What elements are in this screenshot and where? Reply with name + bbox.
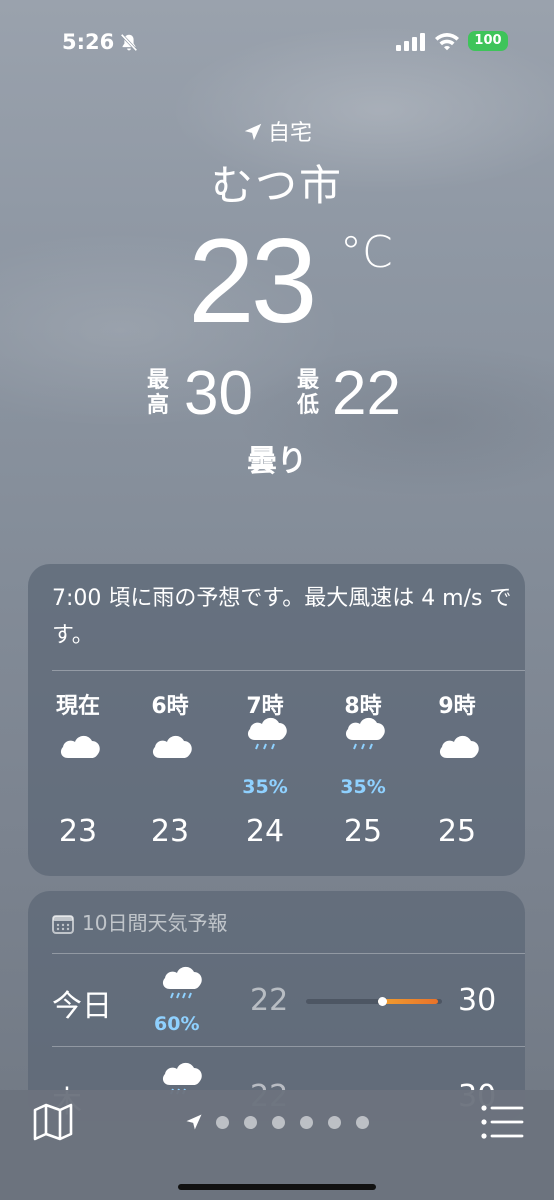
status-bar: 5:26 100 (0, 0, 554, 80)
low-temperature: 22 (250, 983, 289, 1018)
page-dot[interactable] (244, 1116, 257, 1129)
status-time: 5:26 (62, 30, 115, 54)
hour-item: 8時 35% 25 (318, 688, 408, 849)
hour-item: 6時 23 (125, 688, 215, 849)
weather-condition: 曇り (247, 444, 307, 479)
bottom-toolbar (0, 1090, 554, 1200)
high-temperature: 30 (184, 359, 253, 428)
temperature-unit: °C (340, 227, 393, 278)
hour-temperature: 24 (245, 814, 285, 849)
cloud-icon (125, 724, 215, 784)
hour-item: 現在 23 (33, 688, 123, 849)
hour-label: 7時 (246, 694, 284, 719)
ten-day-forecast-card[interactable]: 10日間天気予報 今日 60% 22 30 木 22 30 (28, 891, 525, 1121)
hour-label: 6時 (151, 694, 189, 719)
page-dot[interactable] (300, 1116, 313, 1129)
temperature-range-bar (306, 997, 442, 1006)
ten-day-title: 10日間天気予報 (82, 911, 228, 935)
silent-bell-icon (120, 33, 138, 52)
hourly-forecast-card[interactable]: 7:00 頃に雨の予想です。最大風速は 4 m/s です。 現在 23 6時 2… (28, 564, 525, 876)
page-dot[interactable] (328, 1116, 341, 1129)
location-arrow-icon (244, 123, 262, 141)
hour-temperature: 25 (343, 814, 383, 849)
location-label: 自宅 (0, 115, 554, 147)
current-temperature-dot (378, 997, 388, 1006)
low-temperature: 22 (332, 359, 401, 428)
rain-cloud-icon (160, 963, 204, 1011)
cloud-icon (33, 724, 123, 784)
cloud-icon (412, 724, 502, 784)
wifi-icon (435, 33, 459, 51)
high-low-temperatures: 最高 30 最低 22 (0, 362, 554, 432)
page-dot[interactable] (216, 1116, 229, 1129)
page-dot[interactable] (272, 1116, 285, 1129)
hour-item: 7時 35% 24 (220, 688, 310, 849)
cellular-signal-icon (396, 33, 425, 51)
hour-temperature: 25 (437, 814, 477, 849)
divider (52, 1046, 525, 1047)
page-dot[interactable] (356, 1116, 369, 1129)
high-label: 最高 (146, 368, 169, 418)
list-icon[interactable] (480, 1104, 524, 1140)
hour-temperature: 23 (58, 814, 98, 849)
location-arrow-icon (186, 1114, 202, 1130)
precip-chance: 35% (242, 776, 288, 798)
temperature-range-fill (378, 999, 438, 1004)
low-label: 最低 (296, 368, 319, 418)
hour-temperature: 23 (150, 814, 190, 849)
home-indicator[interactable] (178, 1184, 376, 1190)
location-name: 自宅 (267, 121, 312, 146)
map-icon[interactable] (32, 1102, 74, 1142)
ten-day-header: 10日間天気予報 (52, 907, 227, 936)
hour-label: 9時 (438, 694, 476, 719)
battery-indicator: 100 (468, 31, 508, 51)
rain-cloud-icon (220, 717, 310, 784)
high-temperature: 30 (458, 983, 497, 1018)
divider (52, 953, 525, 954)
hour-item: 9時 25 (412, 688, 502, 849)
current-temperature: 23 (188, 214, 317, 348)
calendar-icon (52, 915, 74, 934)
precip-chance: 60% (154, 1013, 200, 1035)
precip-chance: 35% (340, 776, 386, 798)
hour-label: 現在 (55, 694, 100, 719)
hour-label: 8時 (344, 694, 382, 719)
city-name: むつ市 (210, 161, 343, 210)
divider (52, 670, 525, 671)
rain-cloud-icon (318, 717, 408, 784)
daily-row[interactable]: 今日 60% 22 30 (28, 955, 525, 1045)
forecast-summary: 7:00 頃に雨の予想です。最大風速は 4 m/s です。 (52, 586, 512, 648)
day-label: 今日 (52, 989, 112, 1024)
